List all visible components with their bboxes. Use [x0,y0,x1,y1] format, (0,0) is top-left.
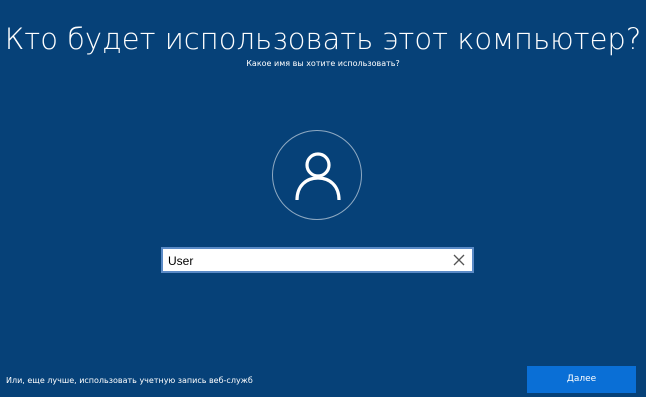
next-button[interactable]: Далее [527,366,636,393]
page-title: Кто будет использовать этот компьютер? [4,22,642,56]
name-field[interactable] [161,247,474,273]
name-input[interactable] [168,252,448,270]
clear-button[interactable] [452,253,466,267]
page-subtitle: Какое имя вы хотите использовать? [246,59,400,68]
user-icon [295,152,341,201]
avatar [272,130,362,220]
online-account-link[interactable]: Или, еще лучше, использовать учетную зап… [6,375,253,386]
close-icon [453,254,465,266]
